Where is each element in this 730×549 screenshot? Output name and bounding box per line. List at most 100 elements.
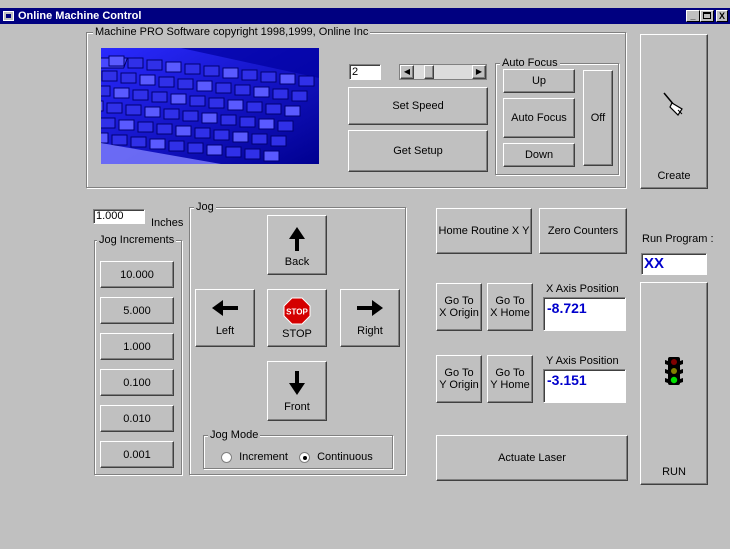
stop-label: STOP: [282, 327, 312, 340]
go-x-origin-button[interactable]: Go To X Origin: [436, 283, 482, 331]
inches-input[interactable]: 1.000: [93, 209, 145, 224]
keyboard-key: [113, 87, 130, 99]
keyboard-key: [101, 100, 104, 112]
keyboard-key: [163, 108, 180, 120]
top-panel-label: Machine PRO Software copyright 1998,1999…: [93, 26, 371, 38]
increment-radio[interactable]: Increment: [221, 451, 288, 463]
slider-thumb[interactable]: [424, 65, 434, 79]
continuous-radio-circle[interactable]: [299, 451, 310, 463]
get-setup-button[interactable]: Get Setup: [348, 130, 488, 172]
machine-image: [101, 48, 319, 164]
keyboard-key: [203, 65, 220, 77]
go-y-origin-line2: Y Origin: [439, 379, 479, 391]
slider-right-arrow[interactable]: ▶: [472, 65, 486, 79]
close-button[interactable]: X: [716, 10, 728, 22]
go-x-origin-line2: X Origin: [439, 307, 479, 319]
keyboard-key: [177, 78, 194, 90]
keyboard-key: [277, 120, 294, 132]
keyboard-key: [101, 70, 118, 82]
keyboard-key: [151, 91, 168, 103]
increment-button-5[interactable]: 5.000: [100, 297, 174, 324]
increment-button-10[interactable]: 10.000: [100, 261, 174, 288]
stop-button[interactable]: STOP STOP: [267, 289, 327, 347]
x-axis-position-label: X Axis Position: [546, 283, 619, 295]
run-program-label: Run Program :: [642, 233, 714, 245]
slider-left-arrow[interactable]: ◀: [400, 65, 414, 79]
jog-left-button[interactable]: Left: [195, 289, 255, 347]
increment-button-0-01[interactable]: 0.010: [100, 405, 174, 432]
keyboard-key: [196, 80, 213, 92]
y-axis-position-value: -3.151: [543, 369, 626, 403]
keyboard-key: [118, 119, 135, 131]
y-axis-position-label: Y Axis Position: [546, 355, 619, 367]
go-x-home-line1: Go To: [495, 295, 525, 307]
auto-focus-label: Auto Focus: [500, 57, 560, 69]
app-icon[interactable]: [3, 11, 14, 21]
auto-focus-button[interactable]: Auto Focus: [503, 98, 575, 138]
keyboard-key: [291, 90, 308, 102]
focus-off-button[interactable]: Off: [583, 70, 613, 166]
title-bar[interactable]: Online Machine Control _ X: [0, 8, 730, 24]
focus-up-button[interactable]: Up: [503, 69, 575, 93]
minimize-button[interactable]: _: [686, 10, 700, 22]
keyboard-key: [263, 150, 280, 162]
keyboard-key: [239, 116, 256, 128]
go-y-origin-button[interactable]: Go To Y Origin: [436, 355, 482, 403]
jog-back-button[interactable]: Back: [267, 215, 327, 275]
run-program-input[interactable]: XX: [641, 253, 707, 275]
jog-right-button[interactable]: Right: [340, 289, 400, 347]
run-label: RUN: [662, 466, 686, 478]
increment-button-1[interactable]: 1.000: [100, 333, 174, 360]
keyboard-key: [213, 129, 230, 141]
zero-counters-button[interactable]: Zero Counters: [539, 208, 627, 254]
speed-slider[interactable]: ◀ ▶: [399, 64, 487, 80]
speed-input[interactable]: 2: [349, 64, 381, 80]
create-button[interactable]: Create: [640, 34, 708, 189]
go-x-home-button[interactable]: Go To X Home: [487, 283, 533, 331]
keyboard-key: [206, 144, 223, 156]
keyboard-key: [120, 72, 137, 84]
keyboard-key: [194, 127, 211, 139]
keyboard-key: [272, 88, 289, 100]
keyboard-key: [220, 114, 237, 126]
keyboard-key: [168, 140, 185, 152]
jog-front-button[interactable]: Front: [267, 361, 327, 421]
keyboard-key: [156, 123, 173, 135]
focus-down-button[interactable]: Down: [503, 143, 575, 167]
keyboard-key: [208, 97, 225, 109]
increment-button-0-1[interactable]: 0.100: [100, 369, 174, 396]
jog-mode-label: Jog Mode: [208, 429, 261, 441]
keyboard-key: [246, 101, 263, 113]
increment-button-0-001[interactable]: 0.001: [100, 441, 174, 468]
jog-left-label: Left: [215, 325, 235, 337]
go-y-home-line1: Go To: [495, 367, 525, 379]
jog-back-label: Back: [284, 256, 310, 268]
keyboard-key: [258, 118, 275, 130]
laser-pointer-icon: [663, 92, 683, 116]
jog-label: Jog: [194, 201, 216, 213]
keyboard-key: [284, 105, 301, 117]
keyboard-key: [165, 61, 182, 73]
keyboard-key: [149, 138, 166, 150]
set-speed-button[interactable]: Set Speed: [348, 87, 488, 125]
keyboard-key: [270, 135, 287, 147]
continuous-radio[interactable]: Continuous: [299, 451, 373, 463]
arrow-right-icon: [357, 300, 383, 316]
keyboard-key: [241, 69, 258, 81]
keyboard-key: [189, 95, 206, 107]
run-button[interactable]: RUN: [640, 282, 708, 485]
maximize-button[interactable]: [700, 10, 714, 22]
keyboard-key: [106, 102, 123, 114]
keyboard-key: [244, 148, 261, 160]
create-label: Create: [657, 170, 691, 182]
jog-right-label: Right: [357, 325, 383, 337]
keyboard-key: [279, 73, 296, 85]
go-y-home-button[interactable]: Go To Y Home: [487, 355, 533, 403]
keyboard-key: [170, 93, 187, 105]
go-x-origin-line1: Go To: [444, 295, 474, 307]
keyboard-key: [137, 121, 154, 133]
actuate-laser-button[interactable]: Actuate Laser: [436, 435, 628, 481]
home-routine-button[interactable]: Home Routine X Y: [436, 208, 532, 254]
increment-radio-circle[interactable]: [221, 451, 232, 463]
keyboard-key: [298, 75, 315, 87]
